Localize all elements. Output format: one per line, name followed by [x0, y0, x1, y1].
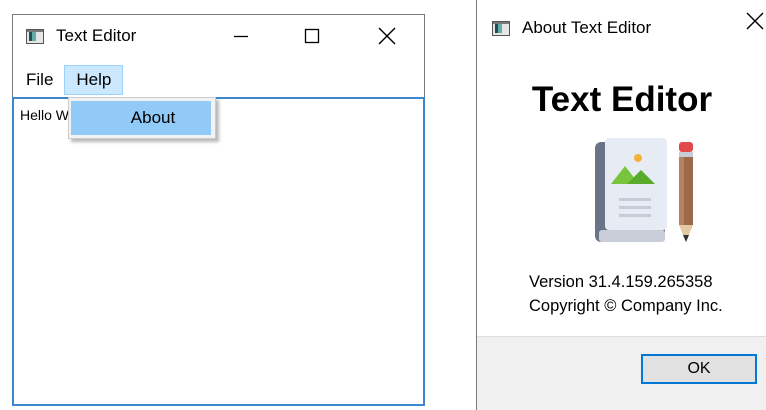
minimize-icon	[234, 35, 248, 38]
editor-title: Text Editor	[56, 26, 137, 45]
copyright-text: Copyright © Company Inc.	[529, 297, 723, 315]
version-text: Version 31.4.159.265358	[529, 273, 713, 291]
editor-titlebar[interactable]: Text Editor	[13, 15, 424, 57]
about-dialog: About Text Editor Text Editor Version 31…	[476, 0, 766, 410]
menu-file[interactable]: File	[15, 65, 64, 95]
maximize-icon	[304, 28, 320, 44]
app-window-icon	[492, 20, 510, 36]
close-icon	[746, 12, 764, 30]
maximize-button[interactable]	[284, 15, 340, 57]
editor-window: Text Editor File Help Hello World About	[12, 14, 425, 406]
about-title: About Text Editor	[522, 18, 652, 37]
text-editor-area[interactable]: Hello World	[12, 97, 425, 406]
close-button[interactable]	[359, 15, 415, 57]
about-titlebar[interactable]: About Text Editor	[477, 0, 766, 56]
about-info: Version 31.4.159.265358 Copyright © Comp…	[529, 270, 723, 318]
about-close-button[interactable]	[727, 0, 766, 42]
menu-item-about[interactable]: About	[71, 101, 211, 135]
help-dropdown-menu: About	[68, 97, 216, 139]
app-window-icon	[26, 28, 44, 44]
close-icon	[378, 27, 396, 45]
about-heading: Text Editor	[531, 80, 713, 119]
minimize-button[interactable]	[213, 15, 269, 57]
dialog-footer: OK	[477, 336, 766, 410]
notebook-pencil-logo	[595, 138, 693, 242]
menu-bar: File Help	[13, 63, 424, 96]
ok-button[interactable]: OK	[641, 354, 757, 384]
menu-help[interactable]: Help	[64, 64, 124, 95]
